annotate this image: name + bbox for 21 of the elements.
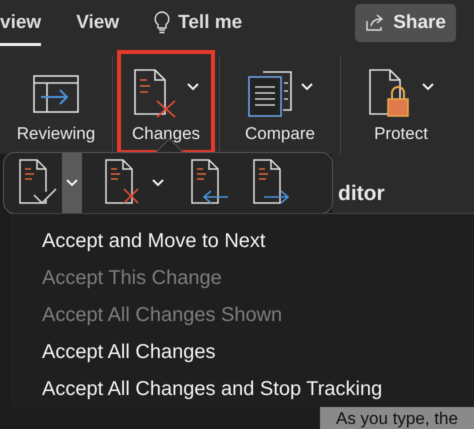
ribbon-button[interactable]: Protect (345, 50, 457, 154)
share-button[interactable]: Share (355, 4, 456, 42)
tell-me-label[interactable]: Tell me (178, 12, 242, 34)
documents-icon (247, 71, 293, 117)
caret-icon (66, 179, 78, 187)
ribbon-tab[interactable]: View (76, 0, 120, 46)
document-check-icon (18, 159, 58, 207)
menu-item[interactable]: Accept and Move to Next (42, 226, 474, 263)
pane-title: ditor (337, 181, 386, 207)
document-left-arrow-icon (190, 159, 230, 207)
dropdown-button[interactable] (62, 153, 82, 213)
ribbon-tab[interactable]: view (0, 0, 42, 46)
caret-icon (152, 179, 164, 187)
ribbon-button[interactable]: Reviewing (4, 50, 108, 154)
menu-item[interactable]: Accept All Changes and Stop Tracking (42, 374, 474, 411)
share-icon (365, 14, 386, 32)
menu-item[interactable]: Accept All Changes (42, 337, 474, 374)
lightbulb-icon (154, 11, 170, 35)
document-right-arrow-icon (252, 159, 292, 207)
document-text: As you type, the (336, 409, 458, 429)
ribbon-button[interactable]: Compare (224, 50, 336, 154)
